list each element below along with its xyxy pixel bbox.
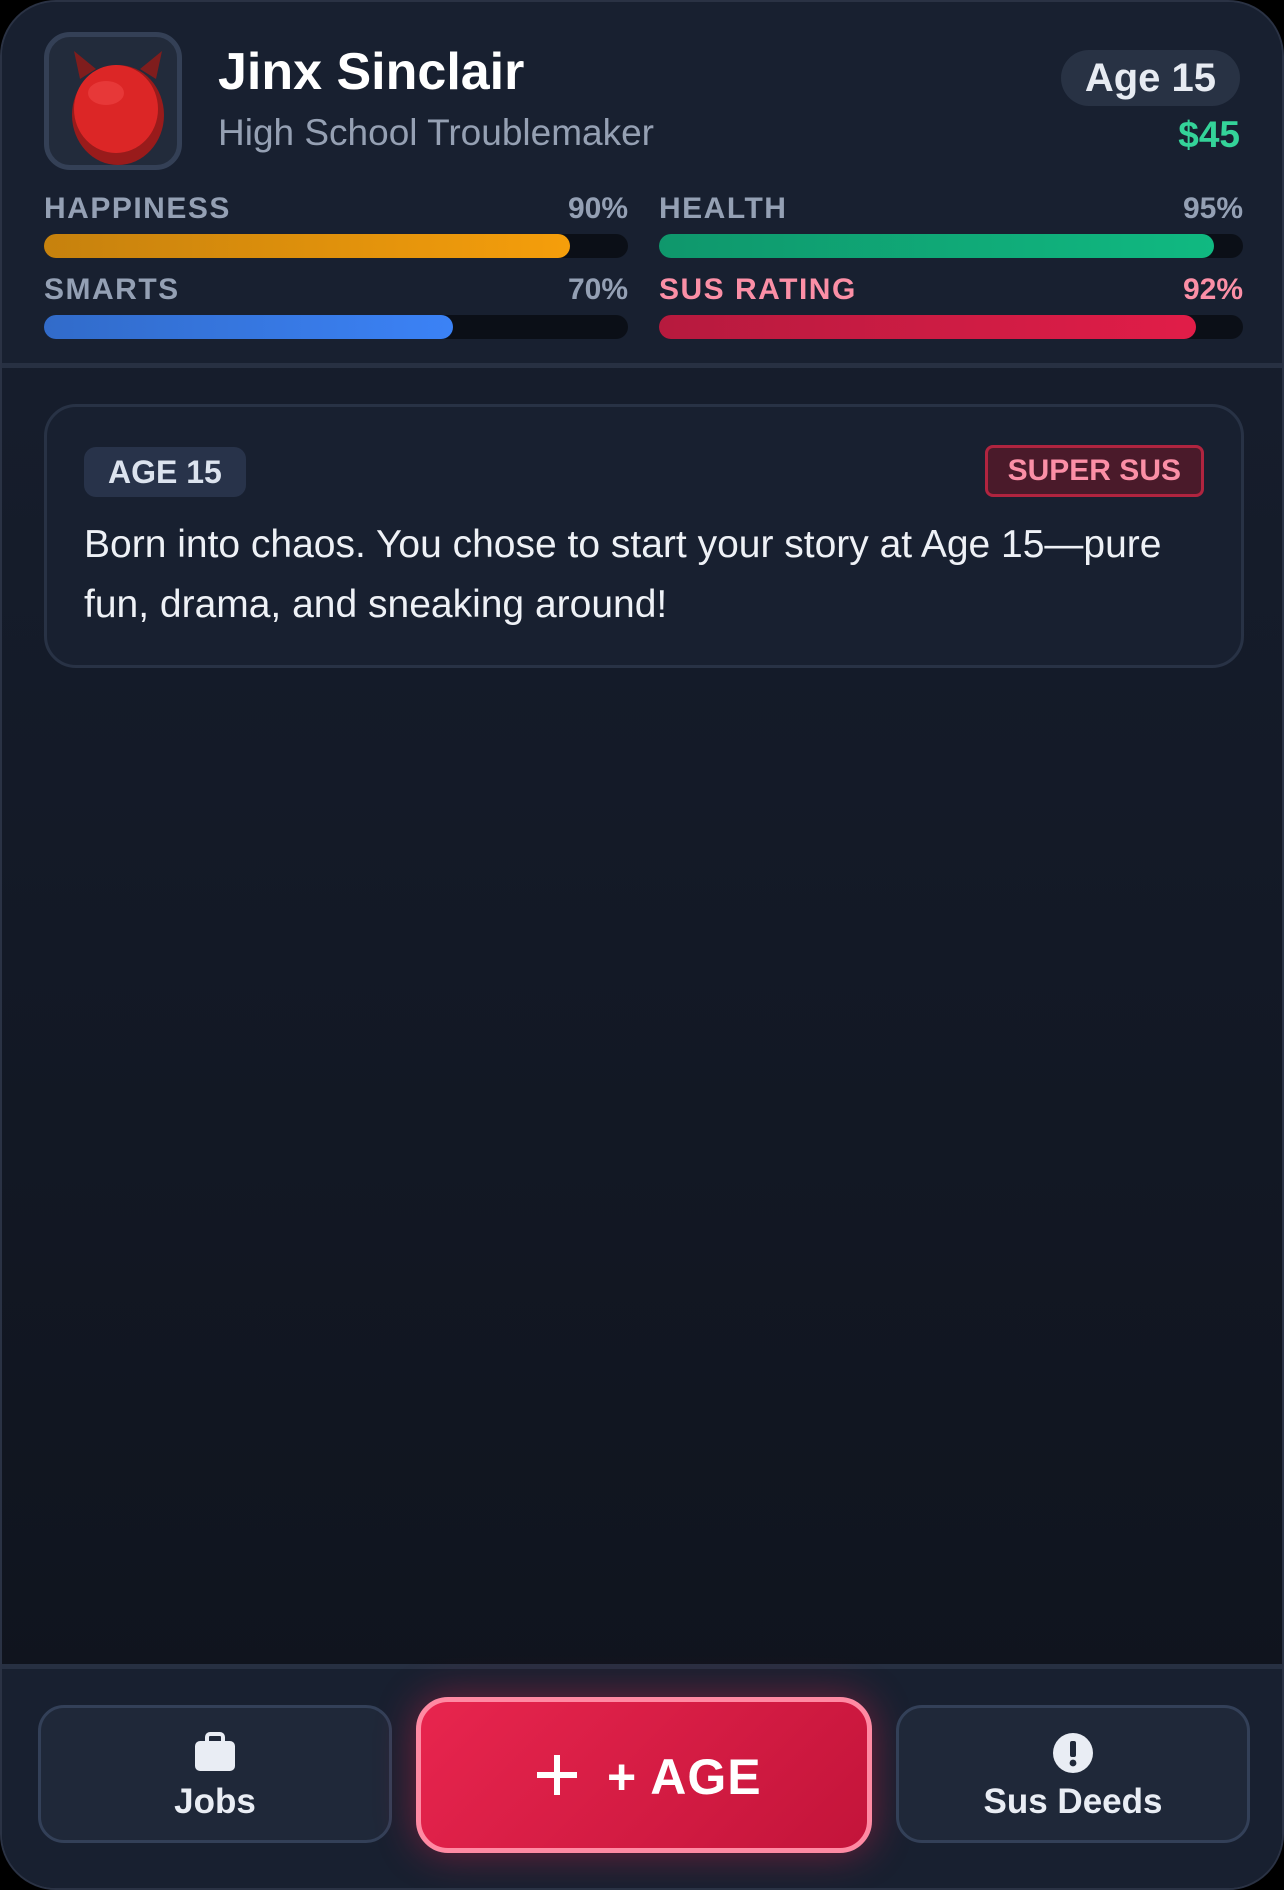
stat-value: 92%	[1182, 273, 1243, 306]
jobs-button[interactable]: Jobs	[38, 1705, 392, 1843]
stat-bar-fill	[659, 234, 1214, 258]
bottom-nav: Jobs + AGE Sus Deeds	[2, 1664, 1282, 1888]
sus-deeds-label: Sus Deeds	[983, 1782, 1163, 1821]
age-badge: Age 15	[1060, 50, 1240, 106]
stat-label: SUS RATING	[659, 273, 857, 306]
stat-label: SMARTS	[44, 273, 180, 306]
briefcase-icon	[195, 1732, 235, 1771]
event-badge: SUPER SUS	[984, 445, 1204, 497]
stat-bar-fill	[44, 315, 453, 339]
plus-icon	[537, 1755, 577, 1795]
stat-label: HEALTH	[659, 192, 788, 225]
stat-value: 95%	[1182, 192, 1243, 225]
event-card: AGE 15 SUPER SUS Born into chaos. You ch…	[44, 404, 1244, 668]
age-button-label: + AGE	[607, 1749, 762, 1805]
stat-value: 70%	[567, 273, 628, 306]
game-screen: Jinx Sinclair High School Troublemaker A…	[0, 0, 1284, 1890]
stat-bar-track	[44, 234, 628, 258]
character-subtitle: High School Troublemaker	[218, 112, 654, 153]
stat-bar-track	[659, 234, 1243, 258]
stat-bar-track	[659, 315, 1243, 339]
stat-bar-track	[44, 315, 628, 339]
money-balance: $45	[1178, 114, 1240, 155]
jobs-label: Jobs	[174, 1782, 256, 1821]
age-up-button[interactable]: + AGE	[416, 1697, 872, 1853]
stat-label: HAPPINESS	[44, 192, 231, 225]
sus-deeds-button[interactable]: Sus Deeds	[896, 1705, 1250, 1843]
event-text: Born into chaos. You chose to start your…	[84, 523, 1162, 626]
exclamation-circle-icon	[1053, 1733, 1093, 1773]
stat-bar-fill	[659, 315, 1197, 339]
devil-face-icon	[72, 51, 164, 165]
stat-value: 90%	[567, 192, 628, 225]
character-name: Jinx Sinclair	[218, 43, 525, 101]
avatar[interactable]	[44, 32, 182, 170]
stat-bar-fill	[44, 234, 570, 258]
event-age-tag: AGE 15	[84, 447, 246, 497]
character-header: Jinx Sinclair High School Troublemaker A…	[2, 2, 1282, 368]
